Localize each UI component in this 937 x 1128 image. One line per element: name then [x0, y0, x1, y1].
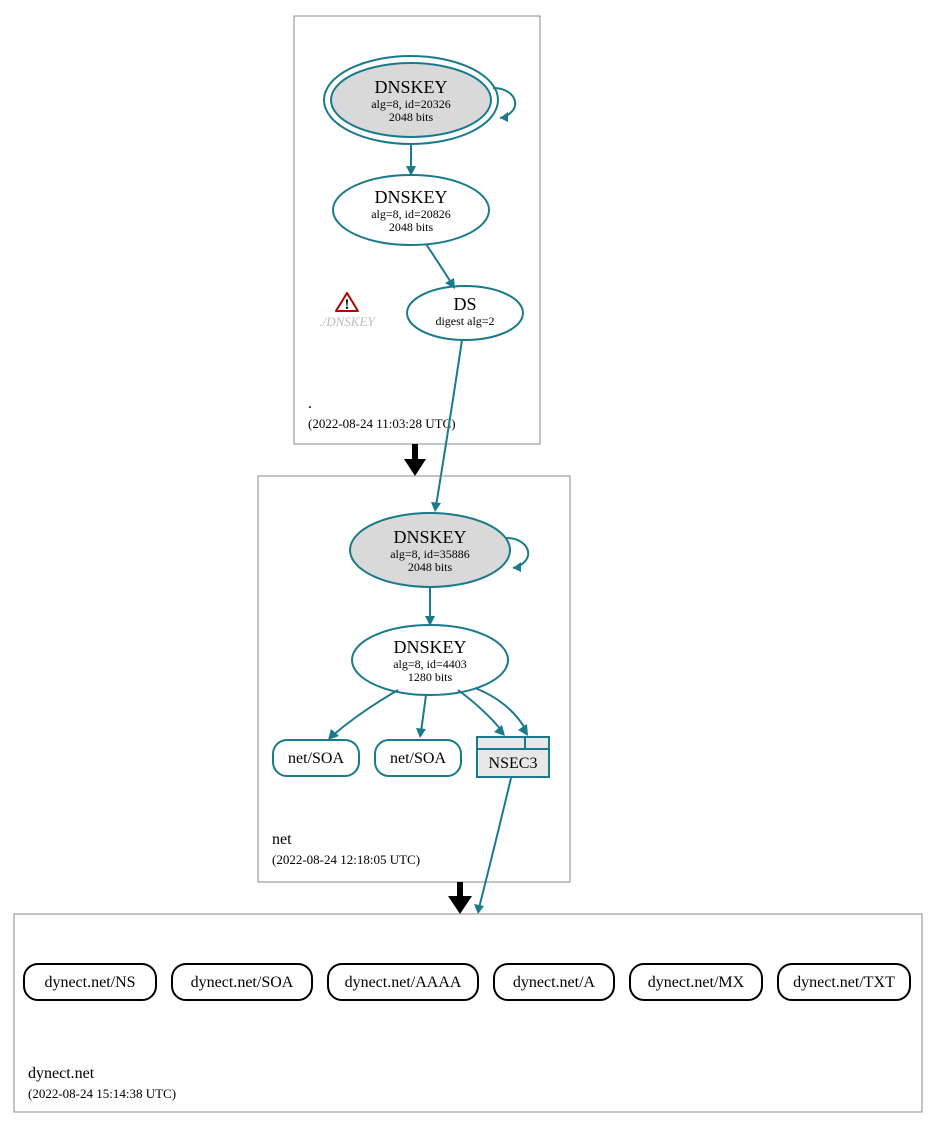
svg-text:dynect.net/MX: dynect.net/MX — [648, 974, 745, 991]
net-nsec3-label: NSEC3 — [489, 755, 538, 772]
edge-root-zsk-ds — [426, 244, 452, 284]
net-ksk-title: DNSKEY — [393, 527, 466, 547]
net-soa1-node: net/SOA — [273, 740, 359, 776]
root-ksk-title: DNSKEY — [374, 77, 447, 97]
edge-net-zsk-soa1 — [332, 690, 398, 736]
dynect-txt-node: dynect.net/TXT — [778, 964, 910, 1000]
net-zsk-title: DNSKEY — [393, 637, 466, 657]
svg-text:dynect.net/AAAA: dynect.net/AAAA — [345, 974, 462, 991]
root-ds-node: DS digest alg=2 — [407, 286, 523, 340]
svg-text:dynect.net/NS: dynect.net/NS — [44, 974, 135, 991]
edge-nsec3-to-dynect — [479, 778, 511, 908]
root-ksk-node: DNSKEY alg=8, id=20326 2048 bits — [324, 56, 498, 144]
edge-net-zsk-soa2 — [421, 695, 426, 732]
dynect-ns-node: dynect.net/NS — [24, 964, 156, 1000]
dynect-a-node: dynect.net/A — [494, 964, 614, 1000]
edge-net-zsk-nsec3-a — [458, 690, 502, 731]
net-nsec3-node: NSEC3 — [477, 737, 549, 777]
zone-root-time: (2022-08-24 11:03:28 UTC) — [308, 416, 456, 431]
root-zsk-alg: alg=8, id=20826 — [371, 207, 451, 221]
svg-text:net/SOA: net/SOA — [390, 750, 446, 767]
zone-dynect: dynect.net (2022-08-24 15:14:38 UTC) dyn… — [14, 914, 922, 1112]
dnssec-graph: . (2022-08-24 11:03:28 UTC) DNSKEY alg=8… — [0, 0, 937, 1128]
svg-text:dynect.net/SOA: dynect.net/SOA — [191, 974, 294, 991]
zone-dynect-time: (2022-08-24 15:14:38 UTC) — [28, 1086, 176, 1101]
dynect-mx-node: dynect.net/MX — [630, 964, 762, 1000]
zone-root: . (2022-08-24 11:03:28 UTC) DNSKEY alg=8… — [294, 16, 540, 444]
net-zsk-node: DNSKEY alg=8, id=4403 1280 bits — [352, 625, 508, 695]
root-zsk-node: DNSKEY alg=8, id=20826 2048 bits — [333, 175, 489, 245]
net-soa2-node: net/SOA — [375, 740, 461, 776]
net-ksk-bits: 2048 bits — [408, 560, 453, 574]
root-ksk-bits: 2048 bits — [389, 110, 434, 124]
dynect-aaaa-node: dynect.net/AAAA — [328, 964, 478, 1000]
zone-root-label: . — [308, 395, 312, 412]
zone-net-label: net — [272, 831, 292, 848]
svg-text:net/SOA: net/SOA — [288, 750, 344, 767]
zone-net-time: (2022-08-24 12:18:05 UTC) — [272, 852, 420, 867]
root-ksk-alg: alg=8, id=20326 — [371, 97, 451, 111]
zone-net: net (2022-08-24 12:18:05 UTC) DNSKEY alg… — [258, 476, 570, 882]
dynect-soa-node: dynect.net/SOA — [172, 964, 312, 1000]
warning-icon: ! ./DNSKEY — [319, 293, 376, 329]
root-ds-alg: digest alg=2 — [435, 314, 494, 328]
net-ksk-alg: alg=8, id=35886 — [390, 547, 470, 561]
net-zsk-alg: alg=8, id=4403 — [393, 657, 467, 671]
svg-text:!: ! — [345, 297, 350, 313]
root-zsk-bits: 2048 bits — [389, 220, 434, 234]
root-ds-title: DS — [453, 294, 476, 314]
svg-text:dynect.net/A: dynect.net/A — [513, 974, 596, 991]
edge-net-zsk-nsec3-b — [475, 688, 526, 730]
net-ksk-node: DNSKEY alg=8, id=35886 2048 bits — [350, 513, 510, 587]
root-zsk-title: DNSKEY — [374, 187, 447, 207]
net-zsk-bits: 1280 bits — [408, 670, 453, 684]
warning-label: ./DNSKEY — [319, 314, 376, 329]
zone-dynect-label: dynect.net — [28, 1065, 95, 1082]
svg-text:dynect.net/TXT: dynect.net/TXT — [793, 974, 895, 991]
